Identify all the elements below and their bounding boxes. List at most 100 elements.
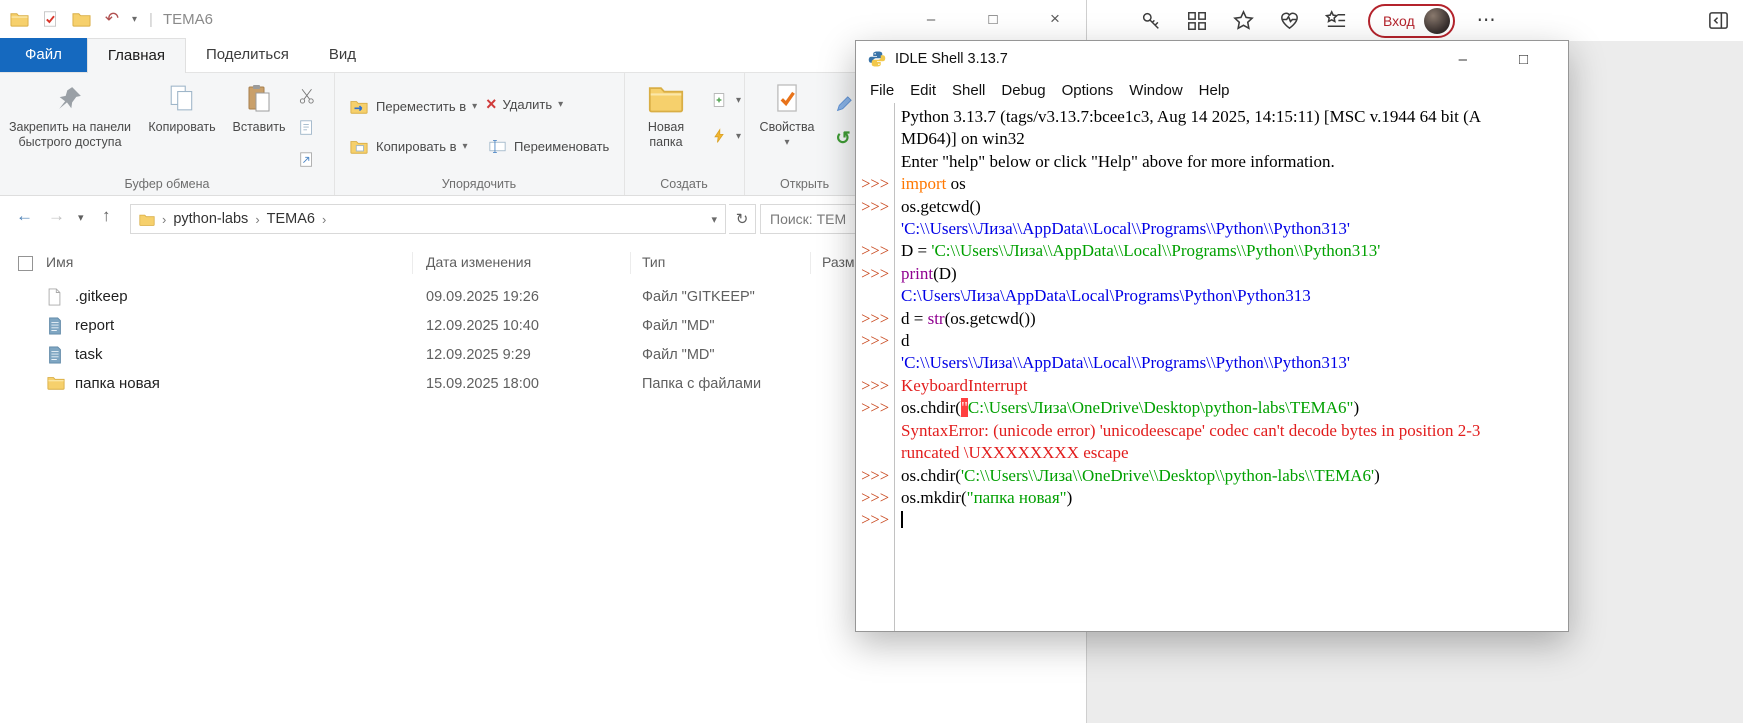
history-icon[interactable]: ↺ (832, 127, 854, 149)
cut-icon[interactable] (296, 85, 318, 107)
easy-access-caret-icon: ▾ (736, 131, 741, 142)
delete-caret-icon: ▾ (558, 99, 563, 110)
properties-caret-icon: ▾ (784, 135, 789, 150)
idle-titlebar[interactable]: IDLE Shell 3.13.7 – □ (856, 41, 1568, 77)
select-all-checkbox[interactable] (18, 256, 33, 271)
copy-button[interactable]: Копировать (140, 80, 224, 135)
tab-view[interactable]: Вид (309, 38, 376, 72)
tab-share[interactable]: Поделиться (186, 38, 309, 72)
qat-undo-icon[interactable]: ↶ (101, 9, 123, 29)
refresh-icon[interactable]: ↻ (729, 204, 756, 234)
sidebar-toggle-icon[interactable] (1705, 8, 1731, 34)
shell-text: os (946, 174, 965, 193)
menu-debug[interactable]: Debug (993, 82, 1053, 99)
new-item-caret-icon: ▾ (736, 95, 741, 106)
address-bar[interactable]: › python-labs › TEMA6 › ▾ (130, 204, 726, 234)
up-icon[interactable]: ↑ (102, 206, 111, 226)
shell-text: D = (901, 241, 931, 260)
back-icon[interactable]: ← (16, 206, 33, 226)
breadcrumb-segment[interactable]: python-labs (173, 211, 248, 227)
idle-shell-window: IDLE Shell 3.13.7 – □ FileEditShellDebug… (855, 40, 1569, 632)
menu-shell[interactable]: Shell (944, 82, 993, 99)
menu-file[interactable]: File (862, 82, 902, 99)
shell-prompt: >>> (856, 509, 892, 531)
rename-button[interactable]: Переименовать (486, 135, 609, 157)
properties-label: Свойства (760, 120, 815, 135)
shell-text: runcated \UXXXXXXXX escape (901, 443, 1129, 462)
tab-file[interactable]: Файл (0, 38, 87, 72)
idle-minimize-button[interactable]: – (1459, 51, 1467, 68)
shell-text: Python 3.13.7 (tags/v3.13.7:bcee1c3, Aug… (901, 107, 1481, 126)
shell-line: 'C:\\Users\\Лиза\\AppData\\Local\\Progra… (856, 218, 1568, 240)
column-header-size[interactable]: Разм (822, 254, 855, 270)
menu-help[interactable]: Help (1191, 82, 1238, 99)
menu-window[interactable]: Window (1121, 82, 1190, 99)
explorer-minimize-button[interactable]: – (900, 0, 962, 38)
new-folder-icon (648, 80, 684, 116)
move-to-icon (348, 95, 370, 117)
new-folder-label-2: папка (649, 135, 682, 150)
file-type: Файл "MD" (642, 318, 715, 334)
forward-icon[interactable]: → (48, 206, 65, 226)
easy-access-button[interactable]: ▾ (708, 125, 741, 147)
new-folder-button[interactable]: Новая папка (630, 80, 702, 150)
edit-icon[interactable] (832, 93, 854, 115)
paste-button[interactable]: Вставить (228, 80, 290, 135)
favorites-list-icon[interactable] (1322, 8, 1348, 34)
apps-grid-icon[interactable] (1184, 8, 1210, 34)
pin-to-quick-access-button[interactable]: Закрепить на панели быстрого доступа (4, 80, 136, 150)
browser-settings-menu-icon[interactable]: ⋯ (1477, 9, 1496, 32)
paste-label: Вставить (233, 120, 286, 135)
shell-prompt: >>> (856, 308, 892, 330)
move-to-label: Переместить в (376, 99, 466, 114)
shell-prompt: >>> (856, 465, 892, 487)
password-key-icon[interactable] (1138, 8, 1164, 34)
idle-shell-content[interactable]: Python 3.13.7 (tags/v3.13.7:bcee1c3, Aug… (856, 103, 1568, 631)
explorer-close-button[interactable]: × (1024, 0, 1086, 38)
favorites-star-icon[interactable] (1230, 8, 1256, 34)
file-date: 09.09.2025 19:26 (426, 289, 539, 305)
column-header-name[interactable]: Имя (46, 254, 73, 270)
shell-prompt: >>> (856, 196, 892, 218)
menu-options[interactable]: Options (1054, 82, 1122, 99)
group-label-organize: Упорядочить (334, 177, 624, 191)
new-item-icon (708, 89, 730, 111)
file-name: report (75, 317, 114, 334)
shell-prompt: >>> (856, 487, 892, 509)
qat-properties-icon[interactable] (39, 9, 61, 29)
delete-button[interactable]: × Удалить ▾ (486, 95, 563, 113)
shell-prompt (856, 151, 892, 173)
shell-prompt (856, 442, 892, 464)
copy-to-icon (348, 135, 370, 157)
shell-line: >>>D = 'C:\\Users\\Лиза\\AppData\\Local\… (856, 240, 1568, 262)
shell-text: d (901, 331, 910, 350)
move-to-button[interactable]: Переместить в ▾ (348, 95, 477, 117)
shell-prompt: >>> (856, 375, 892, 397)
address-dropdown-caret-icon[interactable]: ▾ (711, 213, 717, 226)
breadcrumb-segment[interactable]: TEMA6 (267, 211, 315, 227)
copy-to-button[interactable]: Копировать в ▾ (348, 135, 468, 157)
shell-text: 'C:\\Users\\Лиза\\OneDrive\\Desktop\\pyt… (961, 466, 1374, 485)
shell-text: os.chdir( (901, 466, 961, 485)
paste-shortcut-icon[interactable] (296, 149, 318, 171)
recent-locations-caret-icon[interactable]: ▾ (78, 211, 84, 224)
file-date: 15.09.2025 18:00 (426, 376, 539, 392)
qat-customize-caret-icon[interactable]: ▾ (132, 14, 137, 25)
qat-new-folder-icon[interactable] (70, 9, 92, 29)
idle-maximize-button[interactable]: □ (1519, 51, 1528, 68)
new-item-button[interactable]: ▾ (708, 89, 741, 111)
tab-home[interactable]: Главная (87, 38, 186, 73)
menu-edit[interactable]: Edit (902, 82, 944, 99)
properties-button[interactable]: Свойства ▾ (754, 80, 820, 150)
shell-text: 'C:\\Users\\Лиза\\AppData\\Local\\Progra… (931, 241, 1380, 260)
explorer-maximize-button[interactable]: □ (962, 0, 1024, 38)
browser-essentials-icon[interactable] (1276, 8, 1302, 34)
copy-label: Копировать (148, 120, 215, 135)
column-header-type[interactable]: Тип (642, 254, 665, 270)
shell-text: KeyboardInterrupt (901, 376, 1028, 395)
explorer-titlebar: ↶ ▾ | TEMA6 – □ × (0, 0, 1086, 38)
signin-button[interactable]: Вход (1368, 4, 1455, 38)
copy-to-label: Копировать в (376, 139, 457, 154)
copy-path-icon[interactable] (296, 117, 318, 139)
column-header-date[interactable]: Дата изменения (426, 254, 531, 270)
